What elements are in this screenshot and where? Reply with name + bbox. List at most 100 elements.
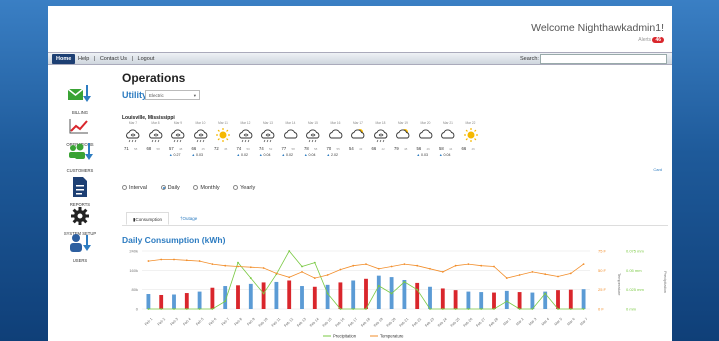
precipitation-point: [288, 250, 291, 252]
radio-monthly[interactable]: Monthly: [193, 185, 220, 191]
weather-precip-value: 0.27: [172, 153, 181, 157]
temperature-point: [275, 272, 278, 275]
tab-label: Outage: [182, 216, 198, 221]
precipitation-point: [352, 308, 355, 310]
x-tick-label: Feb 5: [195, 317, 204, 326]
radio-interval[interactable]: Interval: [122, 185, 147, 191]
tab-consumption[interactable]: ▮Consumption: [126, 212, 169, 225]
rain-weather-icon: [126, 129, 140, 143]
sun-weather-icon: [463, 128, 478, 142]
consumption-bar: [338, 282, 343, 309]
weather-high: 78: [304, 146, 309, 151]
rain-weather-icon: [193, 129, 207, 143]
weather-day: Mar 18 66 42: [370, 121, 392, 161]
temperature-point: [211, 263, 214, 266]
weather-day: Mar 10 66 45 ▲ 0.03: [190, 121, 212, 161]
consumption-bar: [172, 294, 176, 309]
legend-temperature-label: Temperature: [380, 334, 404, 339]
radio-label: Interval: [129, 185, 148, 191]
sidebar-item-label: CUSTOMERS: [66, 168, 94, 173]
temperature-point: [518, 274, 521, 276]
x-tick-label: Mar 3: [528, 317, 537, 326]
reports-icon: [73, 177, 87, 197]
consumption-bar: [376, 275, 381, 309]
search-input[interactable]: [540, 54, 667, 64]
weather-day: Mar 17 54 43: [347, 121, 369, 161]
x-tick-label: Feb 27: [475, 317, 486, 328]
x-tick-label: Feb 26: [463, 317, 474, 328]
weather-date: Mar 8: [151, 121, 160, 125]
x-tick-label: Feb 1: [144, 317, 153, 326]
temperature-point: [224, 264, 227, 267]
weather-date: Mar 17: [353, 121, 363, 125]
x-tick-label: Feb 15: [322, 317, 333, 328]
logout-link[interactable]: Logout: [138, 56, 155, 62]
rain-weather-icon: [171, 129, 185, 143]
temperature-point: [313, 277, 316, 279]
weather-day: Mar 11 72 45: [212, 121, 234, 161]
utility-select[interactable]: Electric ▾: [145, 90, 200, 100]
weather-precip: ▲ 0.04: [304, 153, 316, 157]
weather-low: 48: [179, 147, 183, 151]
x-tick-label: Feb 21: [399, 317, 410, 328]
x-tick-label: Feb 19: [373, 317, 384, 328]
precipitation-point: [262, 292, 265, 295]
home-button[interactable]: Home: [52, 54, 76, 64]
legend-precipitation-label: Precipitation: [333, 334, 357, 339]
weather-precip: ▲ 0.03: [417, 153, 429, 157]
weather-precip: ▲ 0.04: [259, 153, 271, 157]
x-tick-label: Mar 4: [541, 317, 550, 326]
precipitation-point: [416, 288, 419, 291]
contact-us-link[interactable]: Contact Us: [100, 56, 127, 62]
weather-precip: ▲ 0.02: [282, 153, 294, 157]
weather-date: Mar 7: [128, 121, 138, 125]
weather-date: Mar 9: [173, 121, 183, 125]
weather-precip-value: 0.03: [195, 153, 204, 157]
weather-precip-value: 0.03: [420, 153, 429, 157]
temperature-point: [326, 274, 329, 276]
tab-outage[interactable]: †Outage: [174, 212, 203, 225]
temperature-tick-label: 75 F: [598, 249, 607, 254]
weather-low: 58: [134, 147, 138, 151]
weather-forecast: Mar 7 71 58 Mar 8 68 58 Mar 9 57 48 ▲ 0.27 Mar 10 6…: [122, 121, 662, 161]
weather-date: Mar 21: [443, 121, 453, 125]
x-tick-label: Feb 12: [283, 317, 294, 328]
temperature-point: [301, 270, 303, 273]
sun-weather-icon: [216, 128, 230, 142]
precipitation-point: [326, 292, 329, 295]
rain-weather-icon: [373, 129, 387, 143]
consumption-bar: [428, 286, 432, 309]
radio-daily[interactable]: Daily: [160, 185, 180, 191]
precipitation-point: [377, 284, 380, 287]
radio-yearly[interactable]: Yearly: [233, 185, 255, 191]
consumption-bar: [325, 284, 330, 309]
temperature-point: [505, 277, 508, 279]
chart-tabs: ▮Consumption †Outage: [122, 210, 668, 226]
sidebar-item-customers[interactable]: CUSTOMERS: [54, 141, 106, 173]
weather-date: Mar 19: [398, 121, 408, 125]
precipitation-axis-label: Precipitation: [663, 271, 668, 293]
precipitation-point: [339, 308, 342, 310]
weather-precip-value: 0.04: [262, 153, 271, 157]
x-tick-label: Feb 20: [386, 317, 397, 328]
sidebar-item-reports[interactable]: REPORTS: [54, 175, 106, 207]
x-tick-label: Feb 9: [246, 317, 255, 326]
precipitation-point: [249, 277, 252, 279]
temperature-point: [339, 268, 342, 271]
precipitation-point: [531, 308, 534, 310]
weather-low: 58: [291, 147, 295, 151]
weather-day: Mar 16 70 55 ▲ 2.02: [325, 121, 347, 161]
card-link[interactable]: Card: [653, 167, 662, 172]
consumption-bar: [556, 290, 560, 309]
x-tick-label: Feb 16: [335, 317, 346, 328]
alerts-link[interactable]: Alerts 46: [638, 37, 664, 43]
consumption-bar: [581, 289, 586, 309]
alerts-badge: 46: [652, 37, 664, 43]
temperature-point: [173, 258, 175, 261]
sidebar-item-users[interactable]: USERS: [54, 231, 106, 263]
consumption-bar: [184, 293, 189, 309]
sidebar-item-billing[interactable]: BILLING: [54, 83, 106, 115]
weather-day: Mar 14 77 58 ▲ 0.02: [280, 121, 302, 161]
help-link[interactable]: Help: [78, 56, 89, 62]
consumption-bar: [440, 288, 445, 309]
